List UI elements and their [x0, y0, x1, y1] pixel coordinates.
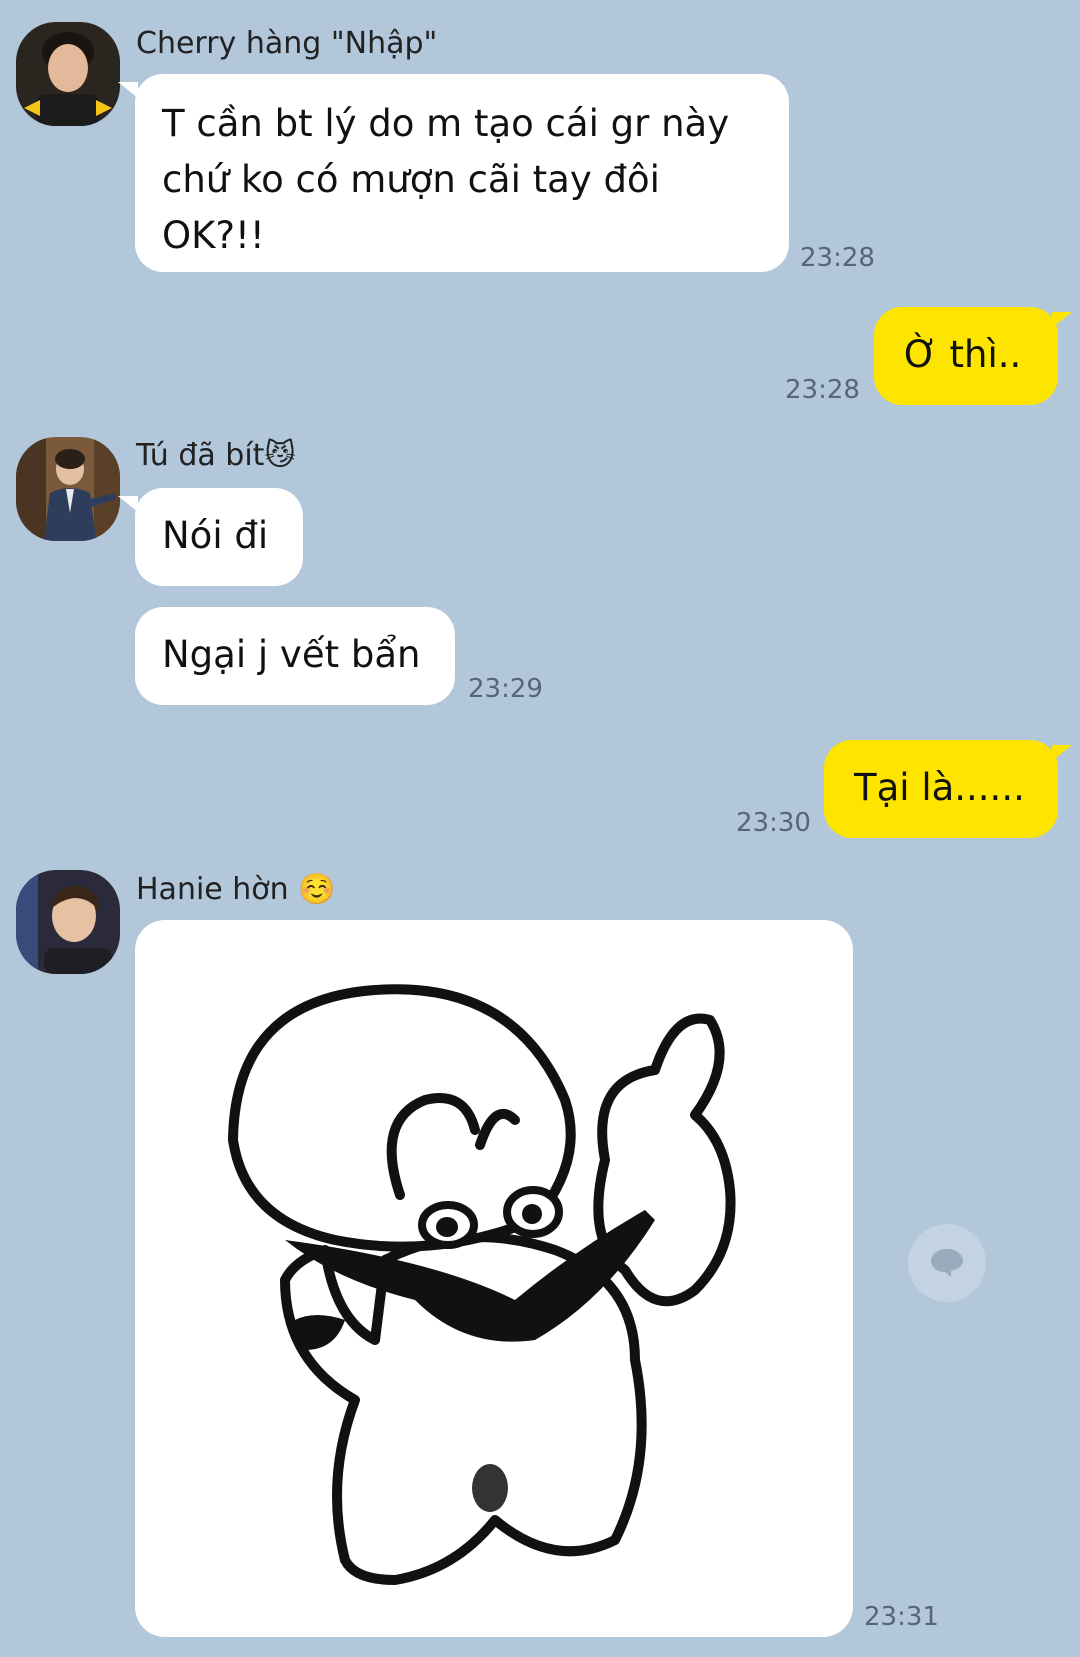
smiling-face-emoji-icon: ☺️ [298, 872, 336, 907]
message-bubble[interactable]: Nói đi [135, 488, 303, 586]
avatar-hanie[interactable] [16, 870, 120, 974]
message-text: Ngại j vết bẩn [162, 633, 421, 676]
bubble-tail [1052, 312, 1072, 328]
message-bubble[interactable]: Ngại j vết bẩn [135, 607, 455, 705]
avatar-tu[interactable] [16, 437, 120, 541]
message-bubble[interactable]: T cần bt lý do m tạo cái gr này chứ ko c… [135, 74, 789, 272]
message-time: 23:28 [785, 375, 860, 405]
sender-name-hanie: Hanie hờn ☺️ [136, 872, 336, 907]
outgoing-message-bubble[interactable]: Ờ thì.. [874, 307, 1058, 405]
message-text: Tại là...... [854, 766, 1025, 809]
chat-bubble-icon [931, 1249, 963, 1277]
sender-name-cherry: Cherry hàng "Nhập" [136, 26, 438, 61]
message-line: OK?!! [162, 214, 265, 257]
message-time: 23:30 [736, 808, 811, 838]
sender-name-text: Hanie hờn [136, 872, 289, 907]
sender-name-text: Tú đã bít [136, 438, 265, 473]
outgoing-message-bubble[interactable]: Tại là...... [824, 740, 1058, 838]
message-time: 23:29 [468, 674, 543, 704]
message-line: T cần bt lý do m tạo cái gr này [162, 102, 730, 145]
sticker-image [228, 984, 736, 1585]
bubble-tail [118, 82, 138, 98]
message-text: Ờ thì.. [904, 333, 1022, 376]
message-time: 23:28 [800, 243, 875, 273]
reply-button[interactable] [908, 1224, 986, 1302]
avatar-cherry[interactable] [16, 22, 120, 126]
bubble-tail [118, 496, 138, 512]
profile-photo-icon [16, 870, 120, 974]
thumbs-up-cartoon-sticker[interactable] [135, 920, 853, 1637]
profile-photo-icon [16, 437, 120, 541]
message-line: chứ ko có mượn cãi tay đôi [162, 158, 660, 201]
message-text: Nói đi [162, 514, 269, 557]
bubble-tail [1052, 745, 1072, 761]
profile-photo-icon [16, 22, 120, 126]
cat-emoji-icon: 😼 [264, 438, 296, 473]
sender-name-tu: Tú đã bít😼 [136, 438, 296, 473]
message-time: 23:31 [864, 1602, 939, 1632]
